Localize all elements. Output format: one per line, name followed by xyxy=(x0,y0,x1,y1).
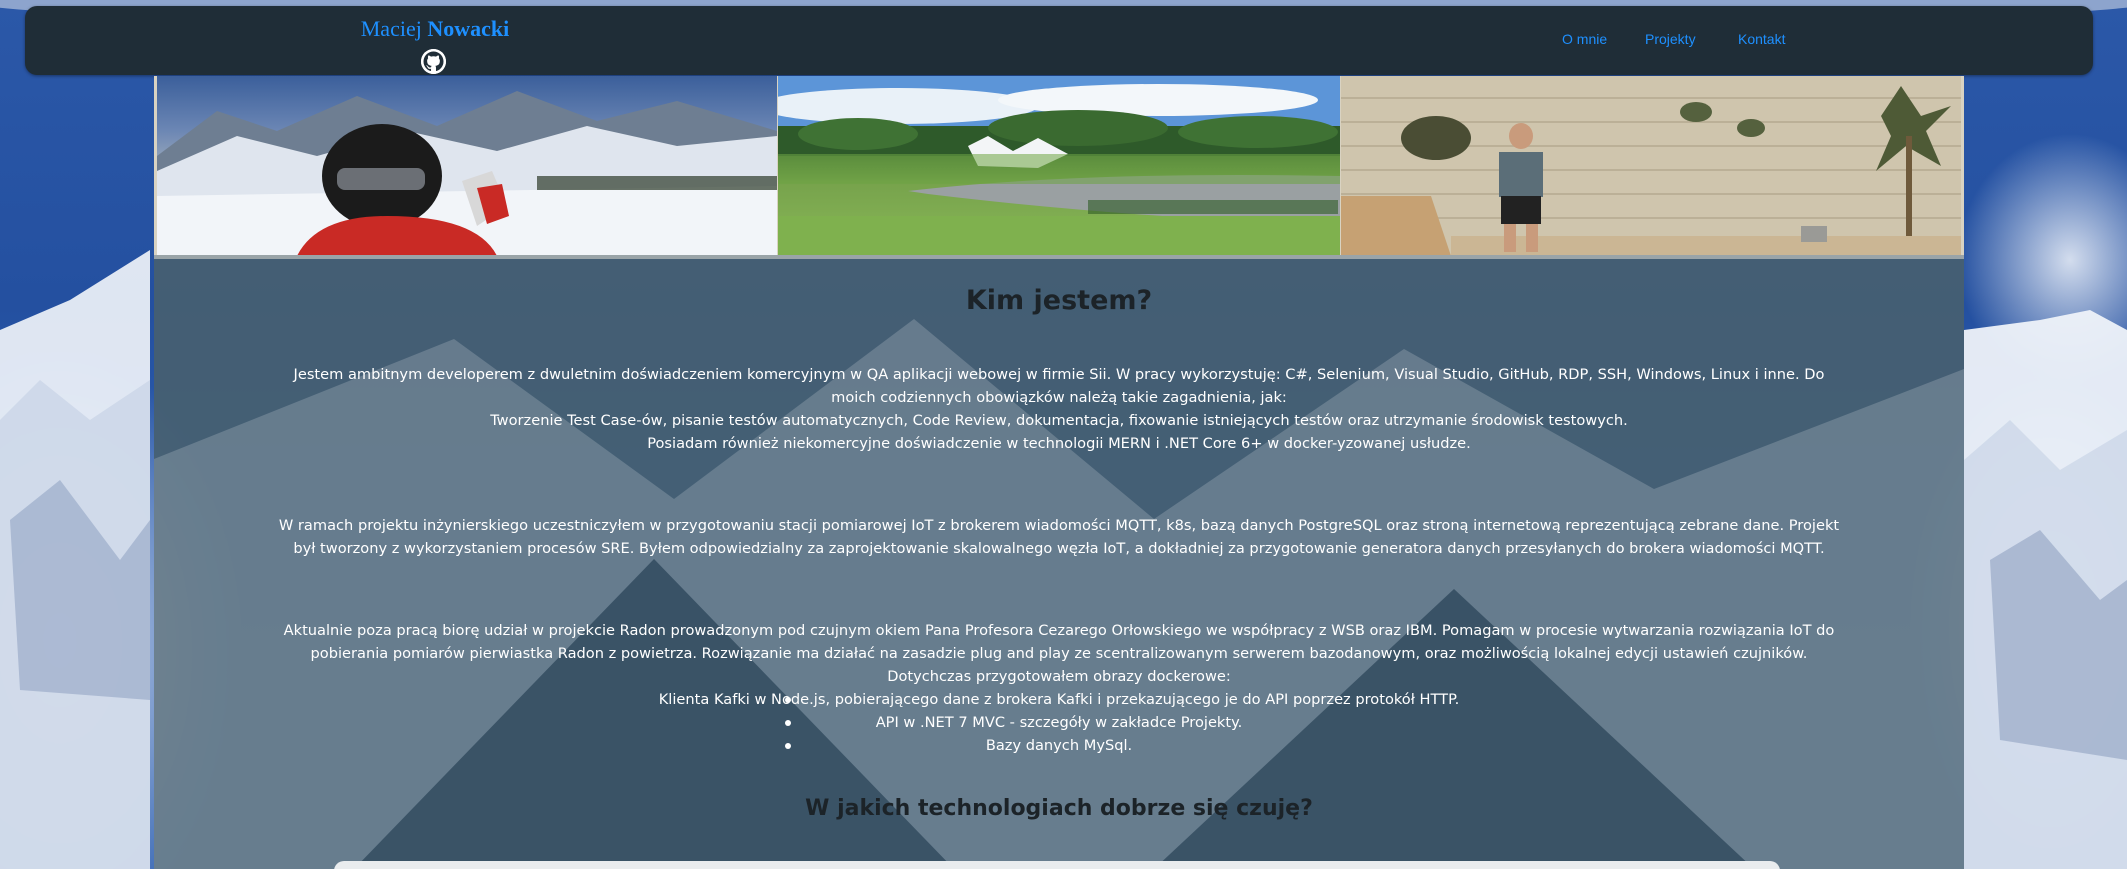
about-paragraph-1-line-1: Jestem ambitnym developerem z dwuletnim … xyxy=(293,366,1825,406)
nav-link-kontakt[interactable]: Kontakt xyxy=(1738,31,1785,47)
about-paragraph-1: Jestem ambitnym developerem z dwuletnim … xyxy=(274,363,1844,455)
park-fountain-photo xyxy=(778,76,1340,256)
list-item: API w .NET 7 MVC - szczegóły w zakładce … xyxy=(274,711,1844,734)
brand-first-name: Maciej xyxy=(360,16,422,41)
technologies-card-top xyxy=(334,861,1780,869)
hero-photo-strip xyxy=(154,76,1964,256)
nav-link-o-mnie[interactable]: O mnie xyxy=(1562,31,1607,47)
stone-wall-portrait-photo xyxy=(1341,76,1961,256)
nav-link-projekty[interactable]: Projekty xyxy=(1645,31,1696,47)
about-paragraph-1-line-2: Tworzenie Test Case-ów, pisanie testów a… xyxy=(490,412,1628,429)
brand-last-name: Nowacki xyxy=(427,16,510,41)
brand-logo[interactable]: Maciej Nowacki xyxy=(310,16,560,42)
list-item: Klienta Kafki w Node.js, pobierającego d… xyxy=(274,688,1844,711)
docker-images-list: Klienta Kafki w Node.js, pobierającego d… xyxy=(274,688,1844,757)
panel-mountain-texture xyxy=(154,319,1964,869)
list-item: Bazy danych MySql. xyxy=(274,734,1844,757)
main-content-panel: Kim jestem? Jestem ambitnym developerem … xyxy=(154,259,1964,869)
about-paragraph-3: Aktualnie poza pracą biorę udział w proj… xyxy=(283,622,1835,685)
about-heading: Kim jestem? xyxy=(965,285,1153,316)
technologies-heading: W jakich technologiach dobrze się czuję? xyxy=(805,796,1313,821)
about-paragraph-2: W ramach projektu inżynierskiego uczestn… xyxy=(278,517,1840,557)
about-paragraph-1-line-3: Posiadam również niekomercyjne doświadcz… xyxy=(647,435,1471,452)
github-icon[interactable] xyxy=(421,49,446,74)
skiing-photo xyxy=(157,76,777,256)
navbar: Maciej Nowacki O mnie Projekty Kontakt xyxy=(25,6,2093,75)
